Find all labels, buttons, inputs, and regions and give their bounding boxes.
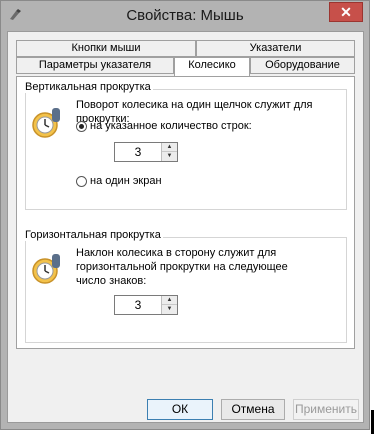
vertical-scroll-group-label: Вертикальная прокрутка bbox=[25, 81, 153, 93]
lines-up-arrow-icon[interactable]: ▲ bbox=[162, 143, 177, 152]
tab-mouse-buttons[interactable]: Кнопки мыши bbox=[16, 40, 196, 57]
window-title: Свойства: Мышь bbox=[126, 7, 244, 24]
lines-spinner-buttons: ▲ ▼ bbox=[161, 143, 177, 161]
tab-wheel[interactable]: Колесико bbox=[174, 57, 250, 76]
tab-hardware[interactable]: Оборудование bbox=[250, 57, 355, 74]
chars-up-arrow-icon[interactable]: ▲ bbox=[162, 296, 177, 305]
mouse-wheel-tilt-icon bbox=[32, 254, 60, 284]
ok-button[interactable]: ОК bbox=[147, 399, 213, 420]
horizontal-description-line2: горизонтальной прокрутки на следующее bbox=[76, 261, 288, 273]
horizontal-scroll-group-label: Горизонтальная прокрутка bbox=[25, 229, 163, 241]
horizontal-scroll-group: Горизонтальная прокрутка Наклон колесика… bbox=[25, 229, 347, 343]
dialog-client-area: Кнопки мыши Указатели Параметры указател… bbox=[7, 31, 364, 423]
wheel-tab-panel: Вертикальная прокрутка Поворот колесика … bbox=[16, 76, 355, 349]
cancel-button[interactable]: Отмена bbox=[221, 399, 285, 420]
chars-down-arrow-icon[interactable]: ▼ bbox=[162, 305, 177, 314]
vertical-scroll-group: Вертикальная прокрутка Поворот колесика … bbox=[25, 81, 347, 210]
chars-spinner[interactable]: 3 ▲ ▼ bbox=[114, 295, 178, 315]
horizontal-description-line1: Наклон колесика в сторону служит для bbox=[76, 247, 277, 259]
horizontal-description-line3: число знаков: bbox=[76, 275, 147, 287]
tab-pointer-options[interactable]: Параметры указателя bbox=[16, 57, 174, 74]
tab-pointers[interactable]: Указатели bbox=[196, 40, 355, 57]
apply-button[interactable]: Применить bbox=[293, 399, 359, 420]
chars-value[interactable]: 3 bbox=[115, 296, 161, 314]
radio-one-screen-label[interactable]: на один экран bbox=[90, 174, 162, 188]
chars-spinner-buttons: ▲ ▼ bbox=[161, 296, 177, 314]
title-bar[interactable]: Свойства: Мышь ✕ bbox=[1, 1, 369, 31]
radio-lines-label[interactable]: на указанное количество строк: bbox=[90, 119, 252, 133]
mouse-wheel-icon bbox=[32, 108, 60, 138]
mouse-properties-window: Свойства: Мышь ✕ Кнопки мыши Указатели П… bbox=[0, 0, 370, 430]
close-icon: ✕ bbox=[340, 4, 352, 20]
lines-value[interactable]: 3 bbox=[115, 143, 161, 161]
lines-spinner[interactable]: 3 ▲ ▼ bbox=[114, 142, 178, 162]
radio-one-screen[interactable] bbox=[76, 176, 87, 187]
lines-down-arrow-icon[interactable]: ▼ bbox=[162, 152, 177, 161]
radio-lines[interactable] bbox=[76, 121, 87, 132]
close-button[interactable]: ✕ bbox=[329, 2, 363, 22]
